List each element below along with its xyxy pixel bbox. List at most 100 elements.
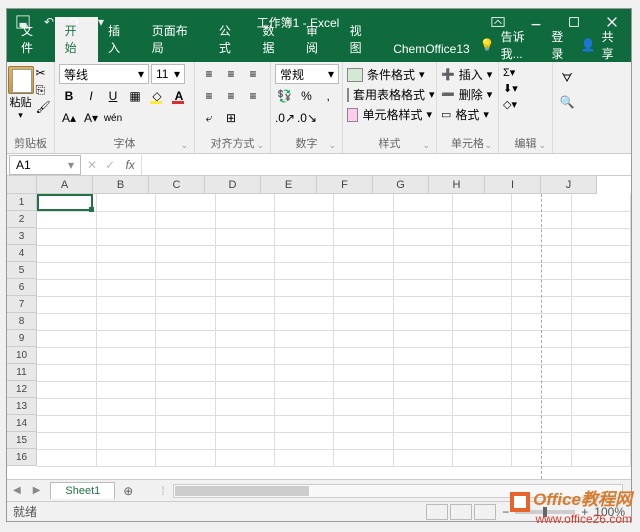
cell[interactable] [215,245,274,262]
cell[interactable] [215,228,274,245]
sheet-tab[interactable]: Sheet1 [50,482,115,499]
cell[interactable] [274,245,333,262]
cell[interactable] [334,279,393,296]
cell[interactable] [393,296,452,313]
login[interactable]: 登录 [551,28,574,62]
sheet-nav-prev-icon[interactable]: ◀ [7,485,27,496]
cell[interactable] [452,432,511,449]
cell[interactable] [156,194,215,211]
cell-styles-button[interactable]: 单元格样式▾ [347,106,432,123]
shrink-font-button[interactable]: A▾ [81,108,101,128]
cell[interactable] [215,194,274,211]
cell[interactable] [156,449,215,466]
cell[interactable] [274,347,333,364]
cell[interactable] [215,364,274,381]
cell[interactable] [334,245,393,262]
cell[interactable] [156,381,215,398]
cell[interactable] [571,330,630,347]
col-header[interactable]: H [429,176,485,194]
cut-icon[interactable]: ✂ [36,66,52,80]
tell-me-icon[interactable]: 💡 [480,38,495,52]
cell[interactable] [274,330,333,347]
fill-button[interactable]: ⬇▾ [503,82,548,95]
paste-icon[interactable] [8,66,34,94]
cell[interactable] [393,415,452,432]
cell[interactable] [37,245,96,262]
cell[interactable] [37,279,96,296]
cell[interactable] [96,228,155,245]
cell[interactable] [96,415,155,432]
cell[interactable] [215,432,274,449]
cell[interactable] [571,415,630,432]
tell-me[interactable]: 告诉我... [501,28,546,62]
cell[interactable] [156,415,215,432]
cell[interactable] [156,296,215,313]
cell[interactable] [274,194,333,211]
cell[interactable] [156,364,215,381]
cell[interactable] [215,296,274,313]
cell[interactable] [215,330,274,347]
row-header[interactable]: 11 [7,364,37,381]
col-header[interactable]: F [317,176,373,194]
name-box[interactable]: A1▾ [9,155,81,175]
grow-font-button[interactable]: A▴ [59,108,79,128]
cell[interactable] [334,398,393,415]
copy-icon[interactable]: ⎘ [36,83,52,97]
cell[interactable] [156,313,215,330]
zoom-slider[interactable] [515,510,575,514]
col-header[interactable]: A [37,176,93,194]
sort-filter-button[interactable]: ᗊ [557,68,577,88]
tab-formula[interactable]: 公式 [209,17,253,62]
cell[interactable] [96,364,155,381]
clear-button[interactable]: ◇▾ [503,98,548,111]
cell[interactable] [393,228,452,245]
cell[interactable] [274,415,333,432]
cell[interactable] [452,415,511,432]
save-icon[interactable] [15,14,31,30]
cell[interactable] [571,432,630,449]
insert-cells-button[interactable]: ➕插入▾ [441,66,494,83]
cell[interactable] [37,347,96,364]
percent-button[interactable]: % [297,86,317,106]
cell[interactable] [274,432,333,449]
cell[interactable] [393,313,452,330]
cell[interactable] [156,245,215,262]
cell[interactable] [156,330,215,347]
cell[interactable] [393,449,452,466]
cell[interactable] [393,347,452,364]
col-header[interactable]: B [93,176,149,194]
cell[interactable] [37,364,96,381]
cell[interactable] [334,449,393,466]
cell[interactable] [215,262,274,279]
align-bottom-icon[interactable]: ≡ [243,64,263,84]
cell[interactable] [452,313,511,330]
row-header[interactable]: 9 [7,330,37,347]
cell[interactable] [215,398,274,415]
cell[interactable] [452,194,511,211]
cell[interactable] [274,211,333,228]
cell[interactable] [215,211,274,228]
cell[interactable] [393,432,452,449]
increase-decimal-button[interactable]: .0↗ [275,108,295,128]
cell[interactable] [571,347,630,364]
delete-cells-button[interactable]: ➖删除▾ [441,86,494,103]
conditional-format-button[interactable]: 条件格式▾ [347,66,432,83]
cells-area[interactable] [37,194,631,479]
find-select-button[interactable]: 🔍 [557,92,577,112]
fx-icon[interactable]: fx [119,158,141,172]
tab-layout[interactable]: 页面布局 [142,17,209,62]
select-all-corner[interactable] [7,176,37,194]
cell[interactable] [96,381,155,398]
cell[interactable] [274,313,333,330]
row-header[interactable]: 2 [7,211,37,228]
undo-icon[interactable]: ↶ [41,14,57,30]
cell[interactable] [274,296,333,313]
row-header[interactable]: 3 [7,228,37,245]
number-format-select[interactable]: 常规▾ [275,64,339,84]
cell[interactable] [334,364,393,381]
border-button[interactable]: ▦ [125,86,145,106]
align-right-icon[interactable]: ≡ [243,86,263,106]
fill-color-button[interactable]: ◇ [147,86,167,106]
cell[interactable] [37,262,96,279]
cell[interactable] [156,398,215,415]
